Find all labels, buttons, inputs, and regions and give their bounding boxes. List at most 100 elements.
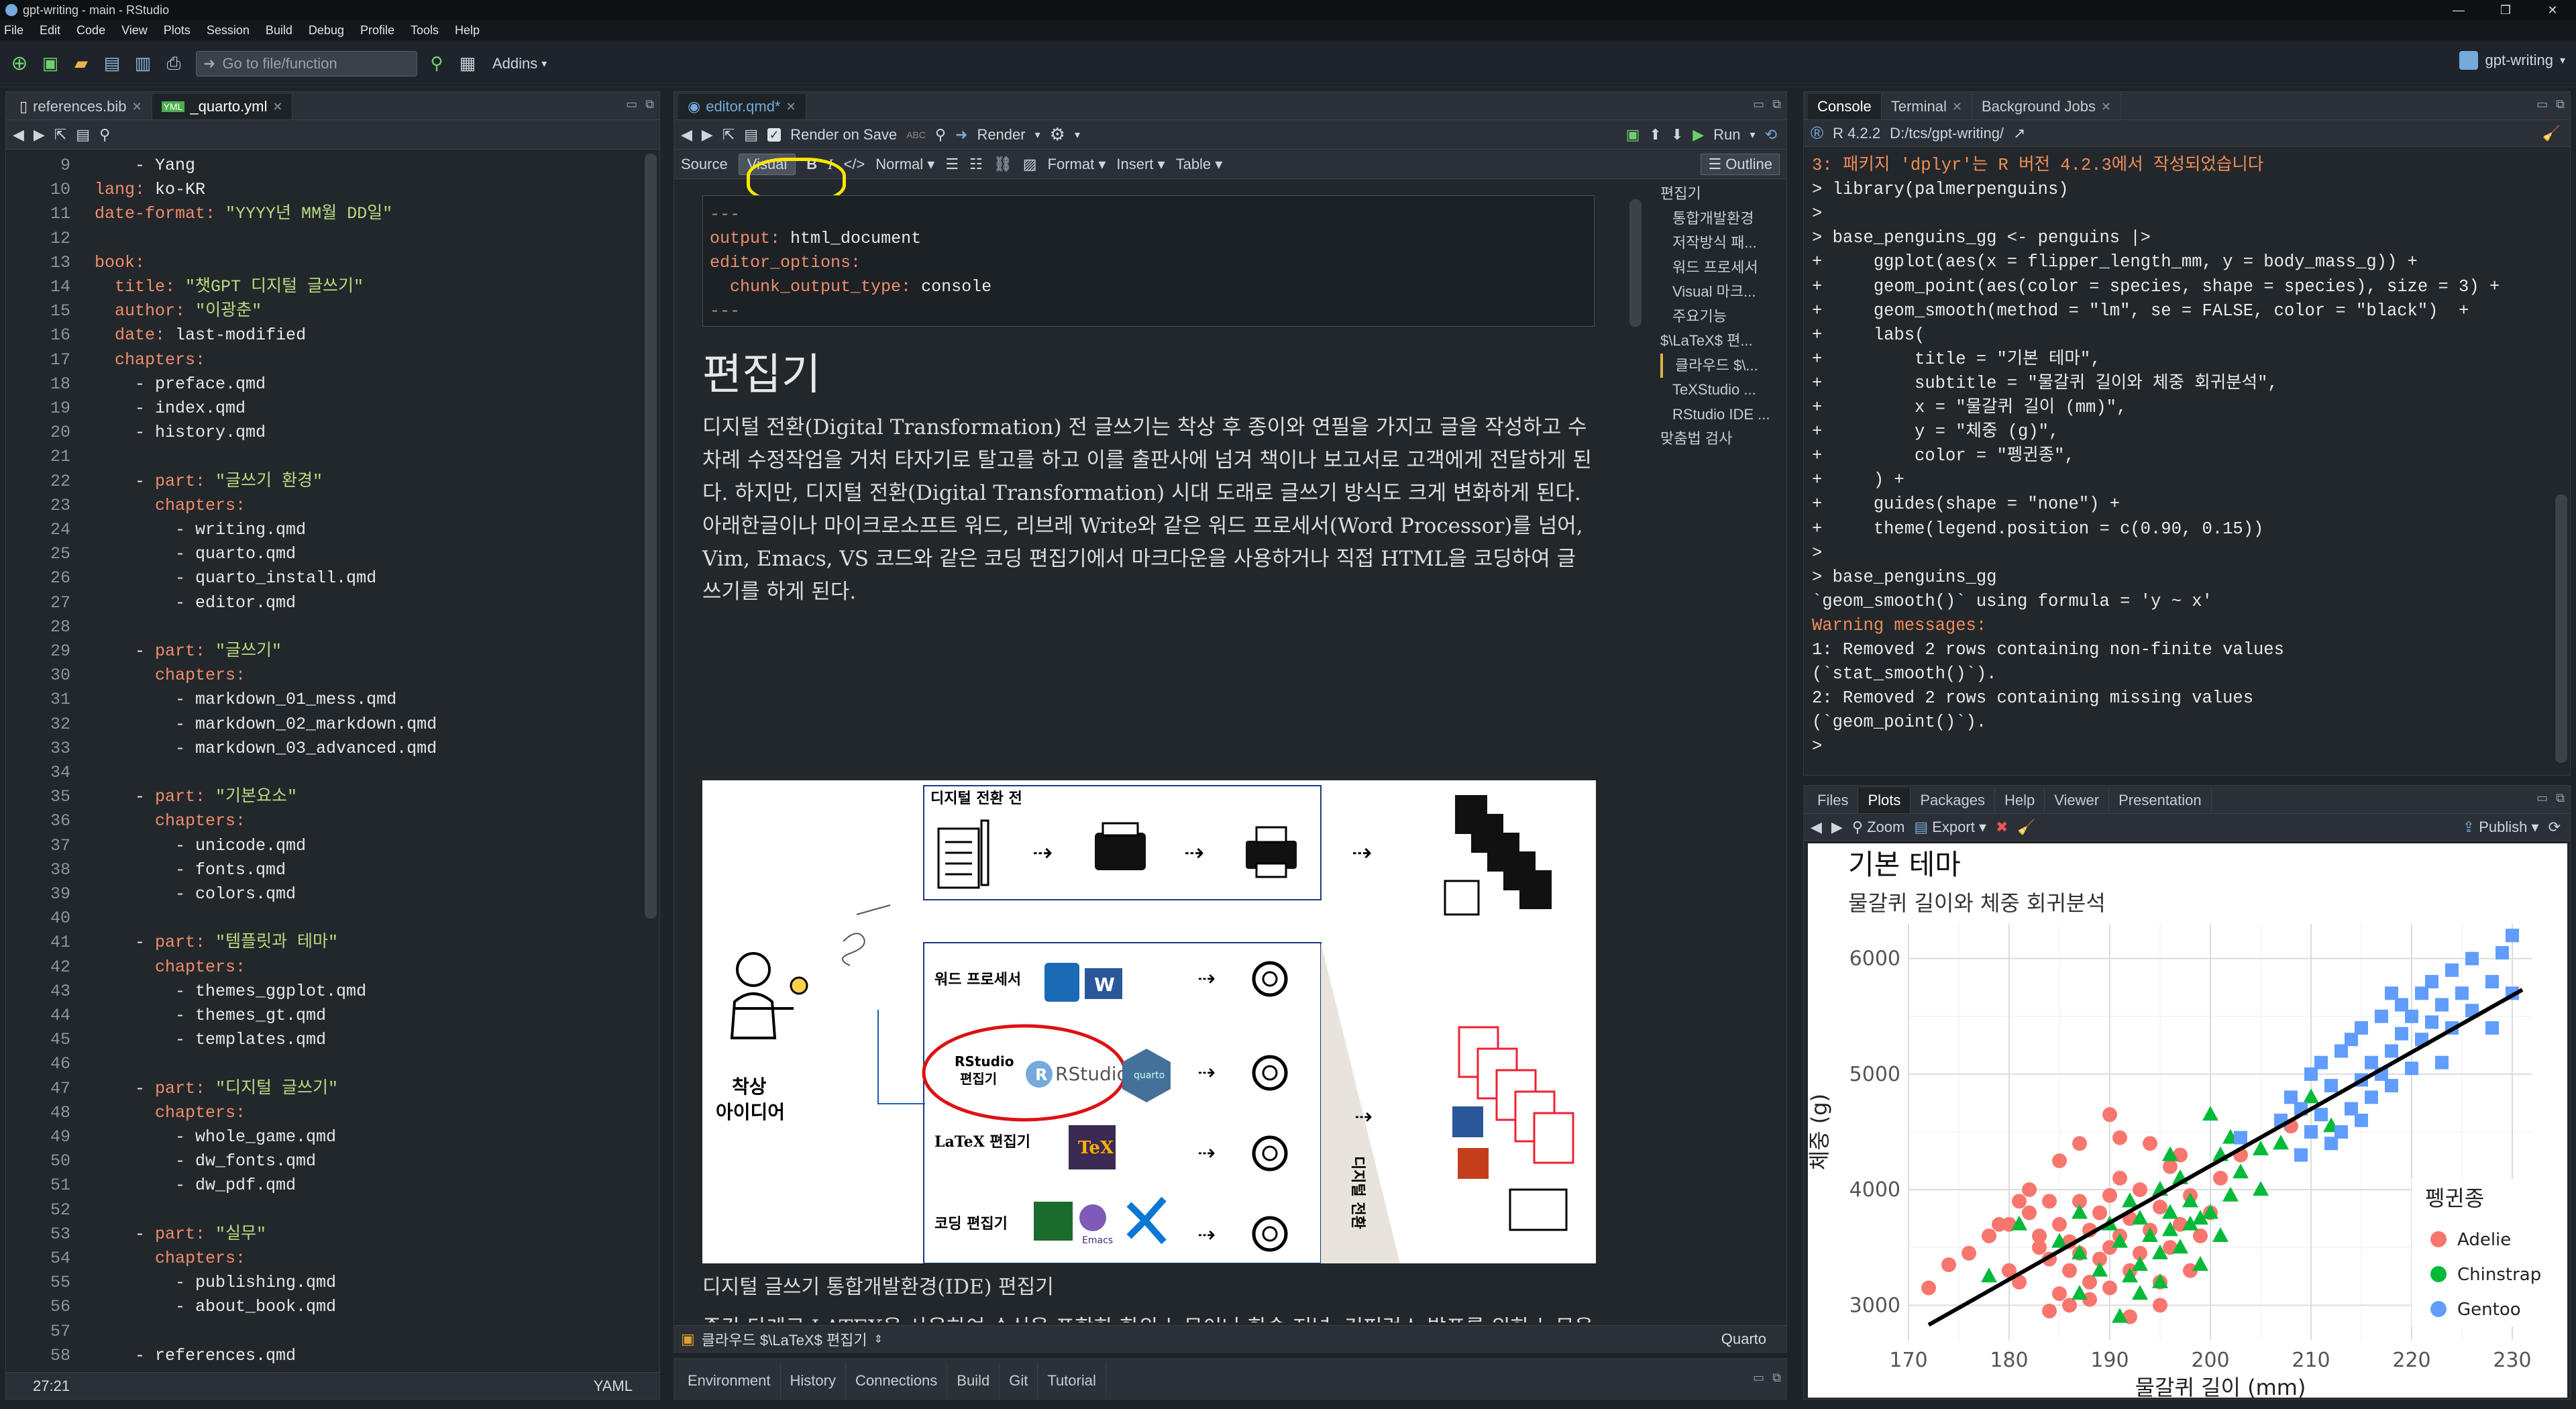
- minimize-icon[interactable]: —: [2435, 0, 2482, 20]
- close-icon[interactable]: ✕: [1952, 100, 1962, 114]
- yaml-code-editor[interactable]: 9 - Yang 10 lang: ko-KR 11 date-format: "YYY…: [6, 154, 637, 1367]
- tab-help[interactable]: Help: [1995, 788, 2045, 813]
- close-icon[interactable]: ✕: [272, 100, 282, 114]
- menu-profile[interactable]: Profile: [360, 23, 394, 38]
- file-type-menu[interactable]: YAML: [594, 1377, 633, 1395]
- bullet-list-icon[interactable]: ☰: [945, 156, 959, 173]
- forward-icon[interactable]: ▶: [702, 126, 713, 144]
- spellcheck-icon[interactable]: ABC: [906, 129, 926, 140]
- minimize-pane-icon[interactable]: ▭: [2536, 97, 2548, 111]
- menu-view[interactable]: View: [121, 23, 148, 38]
- render-on-save-checkbox[interactable]: ✓: [767, 127, 782, 142]
- go-up-icon[interactable]: ⬆: [1649, 126, 1661, 144]
- forward-icon[interactable]: ▶: [34, 126, 45, 144]
- tab-console[interactable]: Console: [1808, 94, 1882, 119]
- show-in-window-icon[interactable]: ⇱: [54, 126, 66, 144]
- editor-scrollbar[interactable]: [1629, 199, 1642, 327]
- maximize-icon[interactable]: ❐: [2482, 0, 2529, 20]
- menu-session[interactable]: Session: [207, 23, 250, 38]
- new-project-icon[interactable]: ▣: [39, 52, 62, 75]
- outline-item[interactable]: $\LaTeX$ 편...: [1660, 329, 1781, 354]
- maximize-pane-icon[interactable]: ⧉: [645, 97, 654, 111]
- outline-item[interactable]: 저작방식 패...: [1660, 231, 1781, 256]
- save-icon[interactable]: ▤: [744, 126, 758, 144]
- run-button[interactable]: Run: [1713, 126, 1740, 144]
- maximize-pane-icon[interactable]: ⧉: [2556, 97, 2565, 111]
- menu-file[interactable]: File: [4, 23, 23, 38]
- tab-presentation[interactable]: Presentation: [2109, 788, 2212, 813]
- current-section[interactable]: 클라우드 $\LaTeX$ 편집기: [702, 1328, 867, 1350]
- remove-plot-icon[interactable]: ✖: [1996, 819, 2008, 836]
- table-menu[interactable]: Table ▾: [1176, 156, 1223, 173]
- outline-item[interactable]: RStudio IDE ...: [1660, 403, 1781, 427]
- numbered-list-icon[interactable]: ☷: [969, 156, 983, 173]
- tab-quarto-yml[interactable]: YML _quarto.yml ✕: [152, 94, 293, 119]
- outline-item[interactable]: TeXStudio ...: [1660, 378, 1781, 403]
- export-button[interactable]: ▤ Export ▾: [1914, 819, 1986, 836]
- console-output[interactable]: 3: 패키지 'dplyr'는 R 버전 4.2.3에서 작성되었습니다 > li…: [1812, 154, 2550, 771]
- menu-help[interactable]: Help: [455, 23, 480, 38]
- source-mode-button[interactable]: Source: [681, 156, 728, 173]
- format-menu[interactable]: Format ▾: [1048, 156, 1106, 173]
- publish-button[interactable]: ⇪ Publish ▾: [2463, 819, 2539, 836]
- code-icon[interactable]: </>: [843, 156, 865, 173]
- tab-history[interactable]: History: [781, 1363, 846, 1399]
- close-icon[interactable]: ✕: [2529, 0, 2576, 20]
- chevron-down-icon[interactable]: ▾: [1035, 128, 1040, 142]
- tab-references-bib[interactable]: ▯ references.bib ✕: [10, 94, 152, 119]
- zoom-button[interactable]: ⚲ Zoom: [1852, 819, 1904, 836]
- goto-dir-icon[interactable]: ↗: [2013, 125, 2025, 142]
- outline-item-current[interactable]: 클라우드 $\...: [1660, 353, 1781, 378]
- file-type-menu[interactable]: Quarto: [1721, 1330, 1766, 1348]
- tab-git[interactable]: Git: [1000, 1363, 1038, 1399]
- close-icon[interactable]: ✕: [132, 100, 142, 114]
- outline-item[interactable]: 워드 프로세서: [1660, 256, 1781, 280]
- menu-debug[interactable]: Debug: [309, 23, 344, 38]
- close-icon[interactable]: ✕: [2101, 100, 2111, 114]
- tab-tutorial[interactable]: Tutorial: [1038, 1363, 1106, 1399]
- insert-menu[interactable]: Insert ▾: [1116, 156, 1165, 173]
- minimize-pane-icon[interactable]: ▭: [1753, 97, 1764, 111]
- save-icon[interactable]: ▤: [101, 52, 123, 75]
- console-path[interactable]: D:/tcs/gpt-writing/: [1890, 125, 2004, 142]
- insert-chunk-icon[interactable]: ▣: [1626, 126, 1640, 144]
- previous-plot-icon[interactable]: ◀: [1811, 819, 1822, 836]
- left-scrollbar[interactable]: [645, 154, 657, 919]
- save-all-icon[interactable]: ▥: [131, 52, 154, 75]
- rerun-icon[interactable]: ⟲: [1765, 126, 1777, 144]
- maximize-pane-icon[interactable]: ⧉: [1772, 1371, 1781, 1385]
- tab-editor-qmd[interactable]: ◉ editor.qmd* ✕: [678, 94, 806, 119]
- chevron-down-icon[interactable]: ▾: [1075, 128, 1080, 142]
- maximize-pane-icon[interactable]: ⧉: [2556, 791, 2565, 805]
- tab-terminal[interactable]: Terminal ✕: [1882, 94, 1972, 119]
- outline-button[interactable]: ☰ Outline: [1701, 153, 1780, 175]
- yaml-header-block[interactable]: --- output: html_document editor_options…: [702, 195, 1595, 327]
- project-menu[interactable]: gpt-writing ▾: [2459, 51, 2565, 70]
- show-in-window-icon[interactable]: ⇱: [722, 126, 735, 144]
- maximize-pane-icon[interactable]: ⧉: [1772, 97, 1781, 111]
- minimize-pane-icon[interactable]: ▭: [1753, 1371, 1764, 1385]
- clear-console-icon[interactable]: 🧹: [2542, 125, 2561, 142]
- link-icon[interactable]: ⛓: [994, 156, 1012, 173]
- tab-files[interactable]: Files: [1808, 788, 1859, 813]
- menu-code[interactable]: Code: [76, 23, 105, 38]
- minimize-pane-icon[interactable]: ▭: [626, 97, 637, 111]
- tab-environment[interactable]: Environment: [678, 1363, 781, 1399]
- new-file-icon[interactable]: ⊕: [8, 52, 31, 75]
- tab-packages[interactable]: Packages: [1911, 788, 1995, 813]
- addins-menu[interactable]: Addins: [492, 55, 537, 72]
- menu-tools[interactable]: Tools: [411, 23, 439, 38]
- next-plot-icon[interactable]: ▶: [1831, 819, 1843, 836]
- find-icon[interactable]: ⚲: [935, 126, 946, 144]
- gear-icon[interactable]: ⚙: [1050, 124, 1065, 145]
- tab-connections[interactable]: Connections: [846, 1363, 948, 1399]
- tab-background-jobs[interactable]: Background Jobs ✕: [1972, 94, 2122, 119]
- minimize-pane-icon[interactable]: ▭: [2536, 791, 2548, 805]
- outline-item[interactable]: 주요기능: [1660, 305, 1781, 329]
- search-icon[interactable]: ⚲: [99, 126, 110, 144]
- console-scrollbar[interactable]: [2555, 494, 2567, 763]
- menu-build[interactable]: Build: [266, 23, 292, 38]
- tab-viewer[interactable]: Viewer: [2045, 788, 2110, 813]
- outline-item[interactable]: Visual 마크...: [1660, 280, 1781, 305]
- chevron-down-icon[interactable]: ▾: [1750, 128, 1756, 142]
